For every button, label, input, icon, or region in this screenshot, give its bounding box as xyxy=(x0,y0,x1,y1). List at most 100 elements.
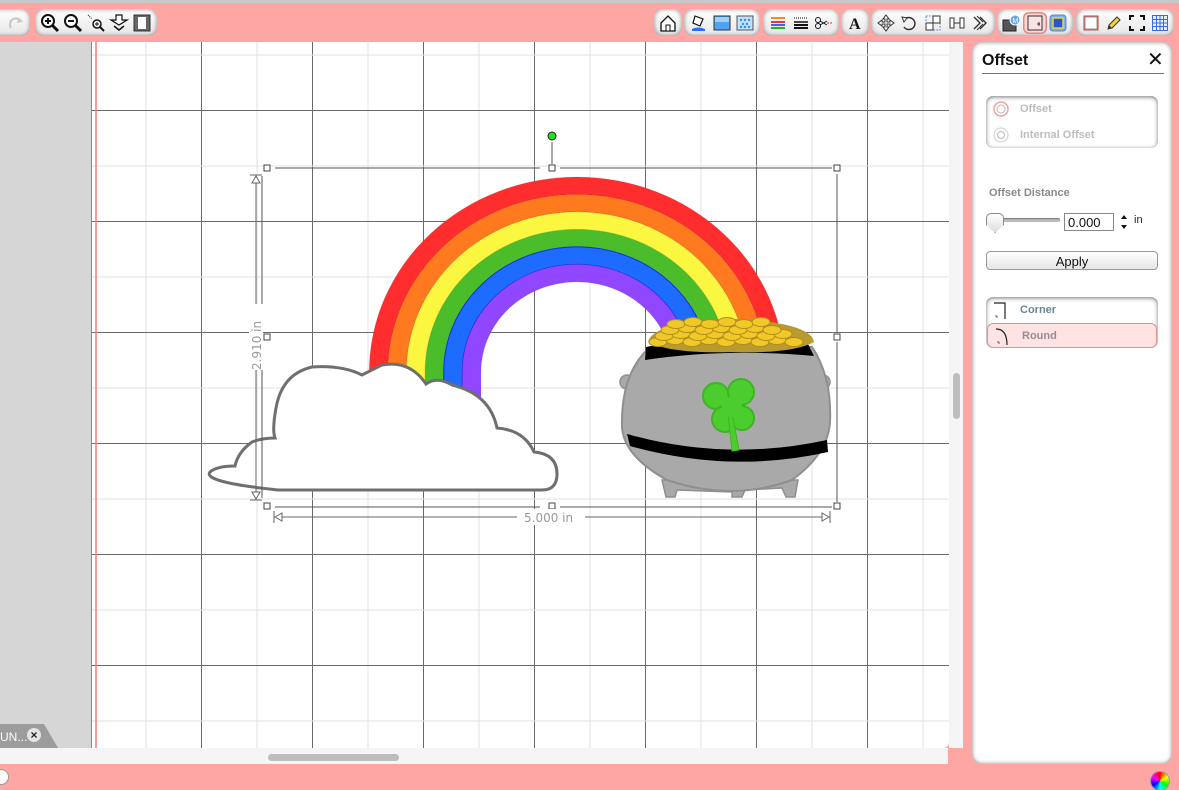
internal-offset-option-label: Internal Offset xyxy=(1020,129,1095,141)
toolbar-group-history xyxy=(0,9,30,36)
fill-pattern-button[interactable] xyxy=(734,12,757,34)
internal-offset-icon xyxy=(990,127,1012,143)
toolbar-group-modify: M xyxy=(997,9,1073,36)
rotate-icon xyxy=(901,15,917,30)
scissors-icon xyxy=(815,16,834,29)
pot-of-gold-shape[interactable] xyxy=(619,317,832,498)
fill-color-icon xyxy=(713,15,731,30)
fullscreen-button[interactable] xyxy=(1125,12,1148,34)
rotate-handle[interactable] xyxy=(547,131,557,141)
horizontal-scroll-thumb[interactable] xyxy=(268,754,399,761)
replicate-button[interactable] xyxy=(968,12,992,34)
offset-ring-icon xyxy=(990,101,1012,117)
offset-mode-group: Offset Internal Offset xyxy=(986,96,1158,148)
modify-button[interactable]: M xyxy=(1000,12,1023,34)
resize-handle xyxy=(833,164,841,172)
resize-handle xyxy=(833,333,841,341)
offset-distance-stepper[interactable] xyxy=(1119,212,1129,232)
zoom-out-button[interactable] xyxy=(61,12,84,34)
toolbar-group-home xyxy=(654,9,682,36)
status-indicator-icon xyxy=(0,770,8,784)
gold-coin xyxy=(700,319,720,329)
fit-icon xyxy=(109,13,130,31)
gold-coins xyxy=(648,317,814,353)
toolbar-group-transform xyxy=(871,9,995,36)
modify-icon: M xyxy=(1002,14,1021,31)
grid-button[interactable] xyxy=(1148,12,1171,34)
toolbar-group-zoom xyxy=(35,9,157,36)
line-color-button[interactable] xyxy=(766,12,789,34)
fill-color-button[interactable] xyxy=(710,12,733,34)
cut-settings-button[interactable] xyxy=(813,12,836,34)
text-button[interactable]: A xyxy=(844,12,866,34)
panel-divider xyxy=(982,73,1164,74)
fill-button[interactable] xyxy=(687,12,710,34)
page-setup-icon xyxy=(1083,15,1098,30)
zoom-in-button[interactable] xyxy=(38,12,61,34)
zoom-selection-button[interactable] xyxy=(84,12,107,34)
toolbar-top-border xyxy=(0,0,1179,3)
cloud-shape[interactable] xyxy=(207,362,559,492)
grid-icon xyxy=(1151,14,1168,31)
zoom-in-icon xyxy=(40,13,59,32)
fill-pattern-icon xyxy=(736,15,754,30)
line-style-icon xyxy=(793,17,808,29)
canvas-artboard[interactable]: 2.910 in 5.000 in xyxy=(92,42,949,748)
align-icon xyxy=(949,17,965,28)
corner-icon xyxy=(990,300,1012,320)
align-button[interactable] xyxy=(945,12,969,34)
scale-button[interactable] xyxy=(921,12,945,34)
width-dimension: 5.000 in xyxy=(273,509,831,525)
corner-option[interactable]: Corner xyxy=(986,297,1158,323)
offset-option[interactable]: Offset xyxy=(986,96,1158,122)
toolbar: A M xyxy=(0,0,1179,42)
rotate-button[interactable] xyxy=(898,12,922,34)
vertical-scroll-thumb[interactable] xyxy=(953,373,960,419)
fullscreen-icon xyxy=(1128,14,1145,31)
redo-button[interactable] xyxy=(7,12,27,34)
close-icon[interactable]: × xyxy=(27,728,41,742)
panel-title: Offset xyxy=(982,52,1029,69)
gold-coin xyxy=(717,317,737,327)
toolbar-group-fill xyxy=(684,9,760,36)
scale-icon xyxy=(925,15,941,30)
line-style-button[interactable] xyxy=(789,12,812,34)
text-icon: A xyxy=(849,16,861,32)
round-option[interactable]: Round xyxy=(987,323,1157,348)
document-tab-label: UN... xyxy=(0,730,28,744)
home-icon xyxy=(660,14,676,32)
move-button[interactable] xyxy=(874,12,898,34)
internal-offset-option[interactable]: Internal Offset xyxy=(986,122,1158,148)
offset-distance-label: Offset Distance xyxy=(989,187,1070,199)
toolbar-group-lines xyxy=(763,9,839,36)
pencil-icon xyxy=(1106,15,1121,30)
corner-option-label: Corner xyxy=(1020,304,1057,316)
gold-coin xyxy=(784,337,804,347)
toolbar-group-misc xyxy=(1076,9,1174,36)
draw-button[interactable] xyxy=(1102,12,1125,34)
home-button[interactable] xyxy=(657,12,679,34)
fit-page-button[interactable] xyxy=(131,12,154,34)
page-icon xyxy=(133,14,151,31)
offset-distance-input[interactable] xyxy=(1064,213,1114,231)
gold-coin xyxy=(666,319,686,329)
resize-handle xyxy=(263,502,271,510)
redo-icon xyxy=(8,16,23,29)
line-color-icon xyxy=(770,16,785,29)
gold-coin xyxy=(734,319,754,329)
zoom-fit-button[interactable] xyxy=(108,12,131,34)
trace-button[interactable] xyxy=(1047,12,1070,34)
offset-distance-unit: in xyxy=(1134,214,1143,226)
horizontal-scrollbar[interactable] xyxy=(0,748,948,764)
offset-button[interactable] xyxy=(1023,11,1047,34)
color-wheel-icon[interactable] xyxy=(1151,772,1169,790)
offset-distance-slider-thumb[interactable] xyxy=(986,213,1004,233)
apply-button[interactable]: Apply xyxy=(986,251,1158,270)
close-panel-button[interactable]: ✕ xyxy=(1147,50,1164,70)
page-setup-button[interactable] xyxy=(1079,12,1102,34)
offset-panel: Offset ✕ Offset Internal Offset Offset D… xyxy=(972,42,1172,764)
resize-handle xyxy=(833,502,841,510)
zoom-out-icon xyxy=(63,13,82,32)
design-canvas[interactable]: 2.910 in 5.000 in xyxy=(92,42,949,748)
round-option-label: Round xyxy=(1022,329,1057,342)
